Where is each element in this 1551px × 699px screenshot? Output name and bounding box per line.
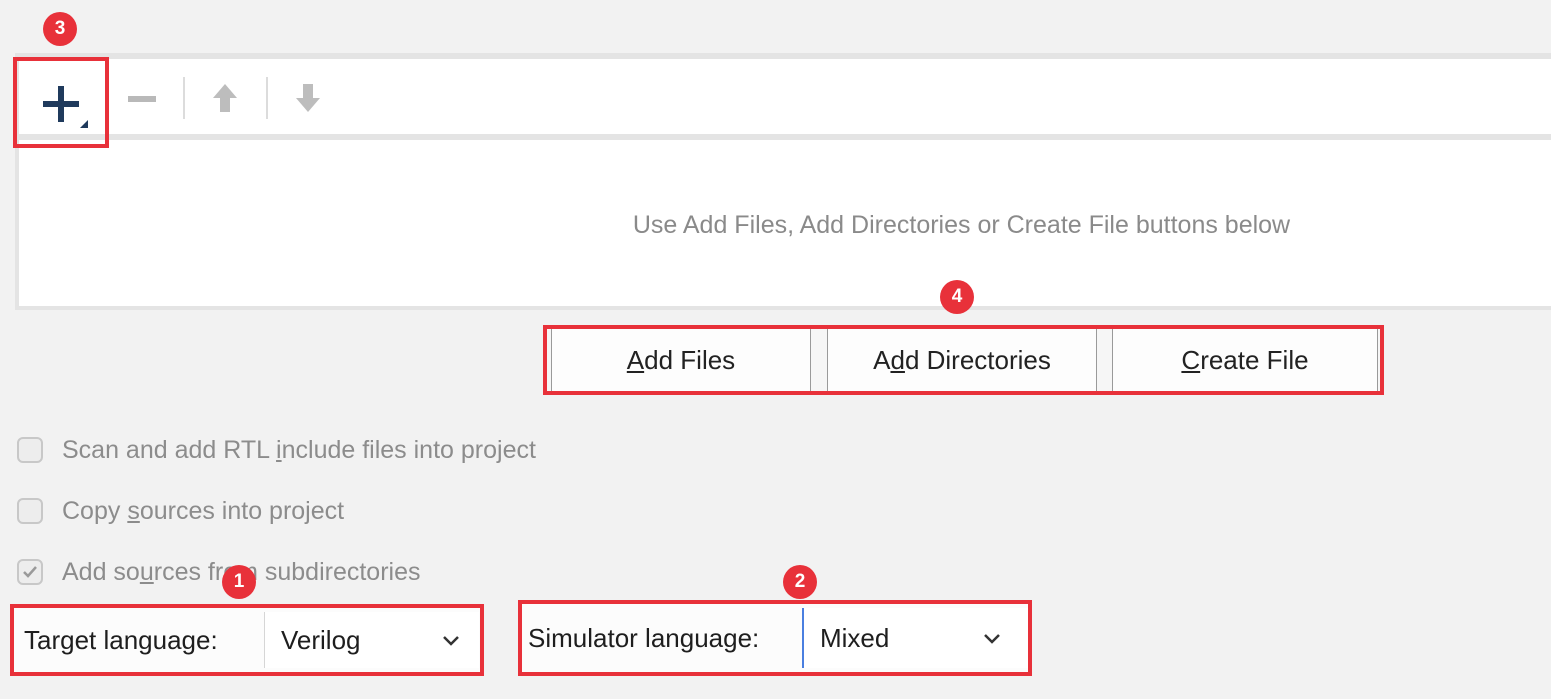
arrow-up-icon [213,84,237,112]
empty-list-hint: Use Add Files, Add Directories or Create… [0,211,1551,243]
annotation-badge-1: 1 [222,565,256,599]
toolbar-divider [183,77,185,119]
annotation-badge-3: 3 [43,12,77,46]
minus-icon [128,96,156,102]
move-down-button[interactable] [288,75,328,121]
annotation-box-2 [518,600,1032,676]
copy-sources-option[interactable]: Copy sources into project [17,493,344,529]
remove-button[interactable] [122,75,162,121]
copy-sources-checkbox[interactable] [17,498,43,524]
file-toolbar [19,59,1551,134]
scan-rtl-include-option[interactable]: Scan and add RTL include files into proj… [17,432,536,468]
arrow-down-icon [296,84,320,112]
scan-rtl-include-checkbox[interactable] [17,437,43,463]
annotation-box-1 [10,604,484,676]
toolbar-divider [266,77,268,119]
add-subdirectories-option[interactable]: Add sources from subdirectories [17,554,421,590]
move-up-button[interactable] [205,75,245,121]
empty-list-hint-text: Use Add Files, Add Directories or Create… [632,211,1291,239]
copy-sources-label: Copy sources into project [62,496,345,525]
annotation-badge-4: 4 [940,280,974,314]
scan-rtl-include-label: Scan and add RTL include files into proj… [62,435,536,464]
add-subdirectories-checkbox[interactable] [17,559,43,585]
annotation-box-3 [13,57,109,148]
annotation-box-4 [543,325,1384,395]
annotation-badge-2: 2 [783,565,817,599]
checkmark-icon [23,566,37,578]
